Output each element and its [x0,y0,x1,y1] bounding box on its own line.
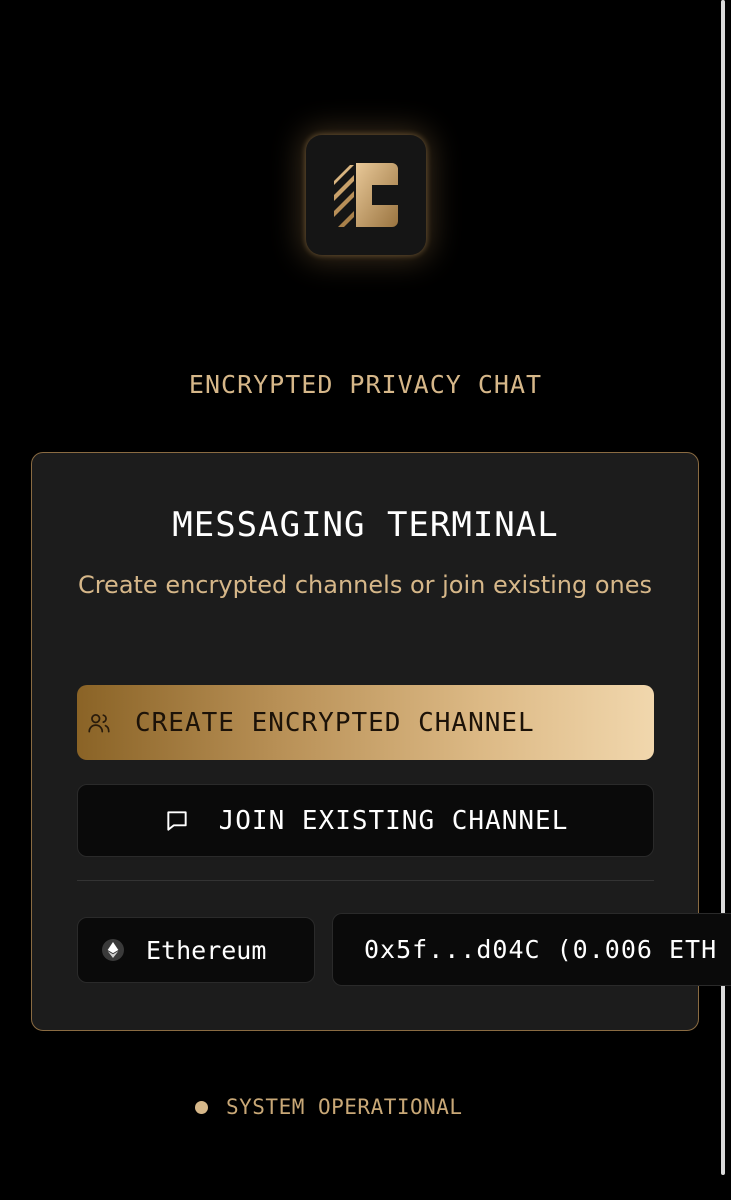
users-icon [85,709,113,737]
ethereum-icon [102,939,124,961]
divider [77,880,654,881]
create-channel-label: CREATE ENCRYPTED CHANNEL [135,707,535,738]
scrollbar[interactable] [721,0,725,1175]
message-square-icon [163,807,191,835]
stripe-c-logo-icon [334,163,398,227]
status-dot-icon [195,1100,208,1114]
app-tagline: ENCRYPTED PRIVACY CHAT [188,370,543,399]
page: ENCRYPTED PRIVACY CHAT MESSAGING TERMINA… [0,0,731,1200]
network-label: Ethereum [146,935,267,965]
card-subtitle: Create encrypted channels or join existi… [77,571,653,599]
join-channel-label: JOIN EXISTING CHANNEL [218,805,569,836]
wallet-account-button[interactable]: 0x5f...d04C (0.006 ETH [332,913,731,986]
wallet-label: 0x5f...d04C (0.006 ETH [364,935,718,964]
system-status: SYSTEM OPERATIONAL [195,1093,463,1121]
status-text: SYSTEM OPERATIONAL [226,1095,463,1119]
app-logo [306,135,426,255]
create-channel-button[interactable]: CREATE ENCRYPTED CHANNEL [77,685,654,760]
card-title: MESSAGING TERMINAL [172,505,559,545]
join-channel-button[interactable]: JOIN EXISTING CHANNEL [77,784,654,857]
network-selector-button[interactable]: Ethereum [77,917,315,983]
